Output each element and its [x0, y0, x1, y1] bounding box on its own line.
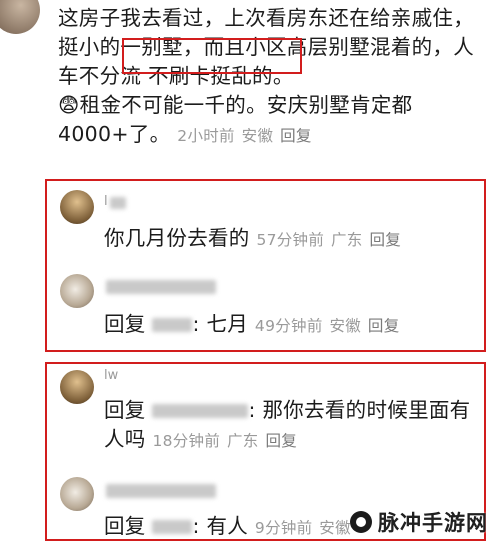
blurred-target-3 [152, 404, 249, 418]
reply-avatar-2[interactable] [60, 274, 94, 308]
blurred-target-4 [152, 520, 193, 534]
reply-text-1: 你几月份去看的 [104, 226, 250, 250]
watermark-logo-icon [350, 511, 372, 533]
main-comment: 这房子我去看过，上次看房东还在给亲戚住，挺小的一别墅，而且小区高层别墅混着的，人… [58, 4, 494, 151]
reply-time-3: 18分钟前 [152, 432, 221, 450]
reply-username-3[interactable]: lw [104, 368, 118, 383]
reply-avatar-1[interactable] [60, 190, 94, 224]
scared-emoji-icon: 😨 [58, 93, 80, 117]
reply-location-3: 广东 [227, 432, 259, 450]
blurred-username-1 [110, 197, 126, 209]
reply-location-1: 广东 [331, 231, 363, 249]
reply-prefix-4: 回复 [104, 514, 146, 538]
reply-reply-button-3[interactable]: 回复 [265, 432, 297, 450]
reply-row-2: 回复 : 七月 49分钟前 安徽 回复 [104, 312, 400, 336]
reply-location-4: 安徽 [319, 519, 351, 537]
reply-avatar-4[interactable] [60, 477, 94, 511]
reply-username-1[interactable]: l [104, 194, 108, 209]
reply-avatar-3[interactable] [60, 370, 94, 404]
avatar[interactable] [0, 0, 40, 34]
watermark-text: 脉冲手游网 [378, 511, 488, 535]
reply-text-4: 有人 [206, 514, 249, 538]
reply-text-2: 七月 [206, 312, 249, 336]
reply-time-4: 9分钟前 [254, 519, 313, 537]
highlight-box [122, 38, 302, 74]
comment-text-part1: 这房子我去看过，上次看房东还在给亲戚住， [58, 6, 474, 30]
reply-time-2: 49分钟前 [254, 317, 323, 335]
comment-location: 安徽 [241, 127, 274, 145]
reply-reply-button-2[interactable]: 回复 [368, 317, 400, 335]
blurred-target-2 [152, 318, 193, 332]
blurred-username-2 [106, 280, 216, 294]
reply-row-4: 回复 : 有人 9分钟前 安徽 [104, 514, 351, 538]
comment-reply-button[interactable]: 回复 [280, 127, 312, 145]
reply-prefix-3: 回复 [104, 398, 146, 422]
reply-time-1: 57分钟前 [256, 231, 325, 249]
reply-reply-button-1[interactable]: 回复 [369, 231, 401, 249]
watermark: 脉冲手游网 [350, 509, 488, 535]
reply-location-2: 安徽 [329, 317, 362, 335]
reply-prefix-2: 回复 [104, 312, 146, 336]
comment-text-part3: 租金不可能一千的。安庆别墅肯定都4000+了。 [58, 93, 413, 146]
blurred-username-4 [106, 484, 216, 498]
reply-row-3: 回复 : 那你去看的时候里面有人吗 18分钟前 广东 回复 [104, 398, 471, 451]
reply-row-1: 你几月份去看的 57分钟前 广东 回复 [104, 224, 401, 255]
comment-time: 2小时前 [177, 127, 235, 145]
